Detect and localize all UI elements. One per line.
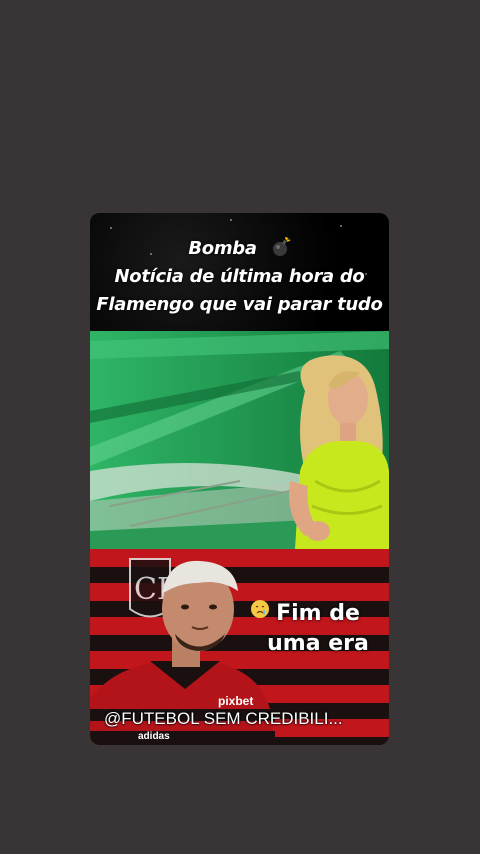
crying-face-icon <box>251 600 269 618</box>
jersey-sponsor: pixbet <box>218 694 253 708</box>
story-headline: Fim de uma era <box>248 599 388 659</box>
caption-line-2: Notícia de última hora do <box>114 266 365 287</box>
headline-line-2: uma era <box>267 631 369 656</box>
studio-illustration <box>90 331 389 549</box>
screen: Bomba Notícia de última hora do Flamengo… <box>0 0 480 854</box>
bomb-icon <box>272 237 290 256</box>
caption-line-1: Bomba <box>188 238 257 259</box>
presenter <box>289 355 389 549</box>
caption-area: Bomba Notícia de última hora do Flamengo… <box>90 213 389 331</box>
studio-photo <box>90 331 389 549</box>
watermark-handle: @FUTEBOL SEM CREDIBILI... <box>104 709 343 728</box>
jersey-brand: adidas <box>138 731 170 742</box>
player-photo: CR pixbet adidas Fim de uma era @FUTEBOL… <box>90 549 389 745</box>
caption-line-3: Flamengo que vai parar tudo <box>96 294 383 315</box>
story-caption: Bomba Notícia de última hora do Flamengo… <box>90 235 389 319</box>
story-card[interactable]: Bomba Notícia de última hora do Flamengo… <box>90 213 389 745</box>
